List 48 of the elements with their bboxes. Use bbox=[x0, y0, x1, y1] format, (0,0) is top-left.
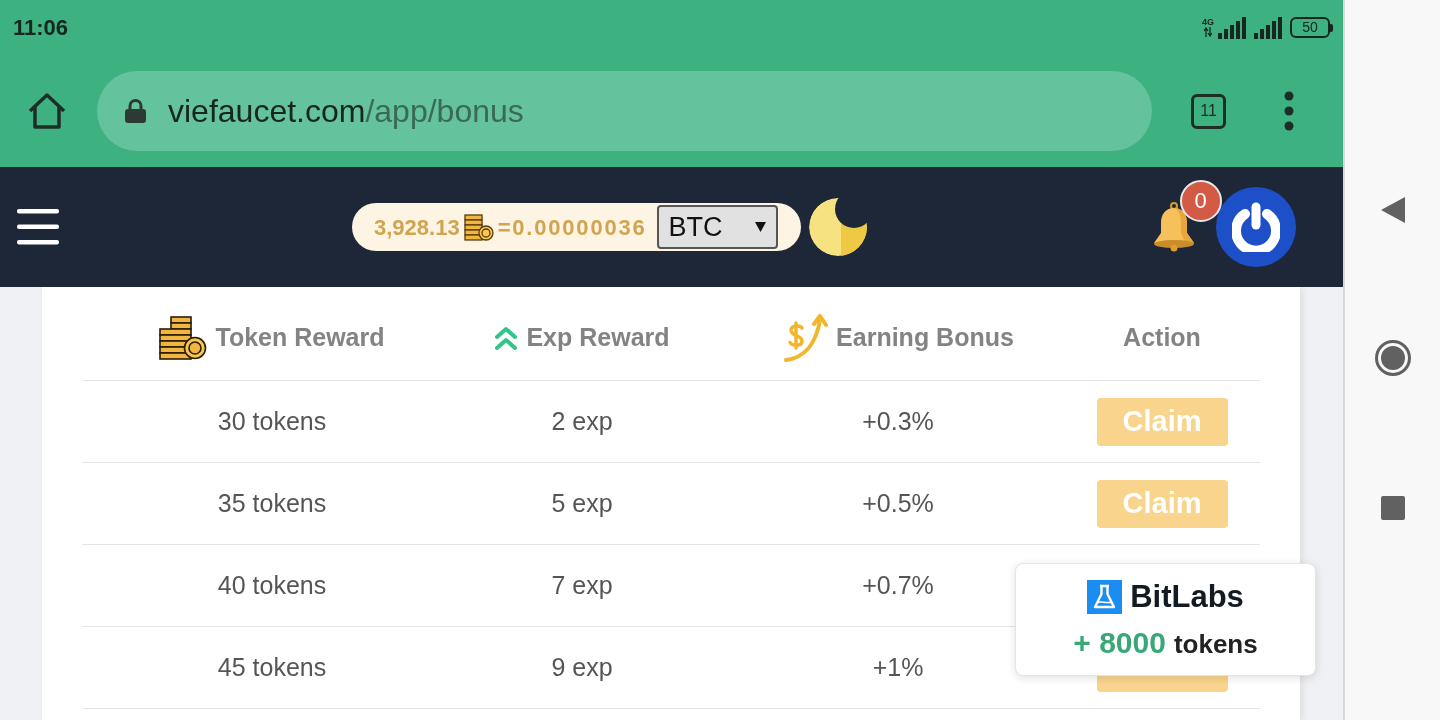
exp-reward-cell-text: 5 exp bbox=[551, 487, 613, 519]
reward-popup[interactable]: BitLabs + 8000 tokens bbox=[1015, 563, 1316, 676]
home-icon[interactable] bbox=[1374, 340, 1411, 376]
earning-bonus-cell-text: +0.3% bbox=[862, 405, 934, 437]
column-header: Earning Bonus bbox=[836, 321, 1014, 353]
tab-switcher-button[interactable]: 11 bbox=[1191, 93, 1226, 129]
currency-select[interactable]: BTC bbox=[656, 205, 778, 249]
token-reward-cell-text: 40 tokens bbox=[217, 569, 327, 601]
exp-reward-cell-text: 9 exp bbox=[551, 651, 613, 683]
btc-rate: =0.00000036 bbox=[497, 213, 647, 242]
back-icon[interactable] bbox=[1380, 197, 1405, 223]
earning-bonus-cell-text: +1% bbox=[872, 651, 924, 683]
column-header: Exp Reward bbox=[526, 321, 670, 353]
column-header: Token Reward bbox=[215, 321, 385, 353]
brand-name: BitLabs bbox=[1130, 577, 1244, 616]
earning-bonus-cell-text: +0.5% bbox=[862, 487, 934, 519]
token-reward-cell-text: 30 tokens bbox=[217, 405, 327, 437]
power-icon bbox=[1231, 202, 1280, 252]
coin-stack-icon bbox=[159, 315, 208, 360]
exp-reward-cell-text: 7 exp bbox=[551, 569, 613, 601]
address-bar[interactable]: viefaucet.com/app/bonus bbox=[97, 71, 1152, 151]
data-arrows-icon bbox=[1204, 27, 1212, 37]
token-amount: + 8000 bbox=[1073, 625, 1166, 662]
status-time: 11:06 bbox=[13, 14, 69, 42]
flask-icon bbox=[1087, 580, 1123, 614]
token-reward-cell-text: 35 tokens bbox=[217, 487, 327, 519]
coin-stack-icon bbox=[463, 213, 494, 241]
house-icon[interactable] bbox=[28, 93, 66, 129]
token-reward-cell-text: 45 tokens bbox=[217, 651, 327, 683]
exp-reward-cell-text: 2 exp bbox=[551, 405, 613, 437]
signal-icon bbox=[1254, 16, 1282, 39]
url-text: viefaucet.com/app/bonus bbox=[168, 92, 524, 131]
column-header: Action bbox=[1123, 321, 1201, 353]
notification-count: 0 bbox=[1179, 180, 1222, 222]
double-chevron-icon bbox=[494, 324, 519, 351]
signal-icon bbox=[1218, 16, 1246, 39]
token-unit: tokens bbox=[1173, 628, 1258, 662]
network-type-label: 4G bbox=[1202, 18, 1214, 27]
caret-icon bbox=[754, 222, 766, 232]
more-menu-icon[interactable] bbox=[1284, 91, 1294, 131]
earning-bonus-cell-text: +0.7% bbox=[862, 569, 934, 601]
token-balance: 3,928.13 bbox=[374, 213, 460, 242]
recents-icon[interactable] bbox=[1380, 496, 1405, 520]
dollar-arrow-icon bbox=[782, 313, 829, 362]
moon-icon[interactable] bbox=[808, 198, 867, 256]
battery-indicator: 50 bbox=[1290, 17, 1333, 38]
lock-icon bbox=[125, 99, 146, 123]
menu-icon[interactable] bbox=[17, 209, 59, 245]
